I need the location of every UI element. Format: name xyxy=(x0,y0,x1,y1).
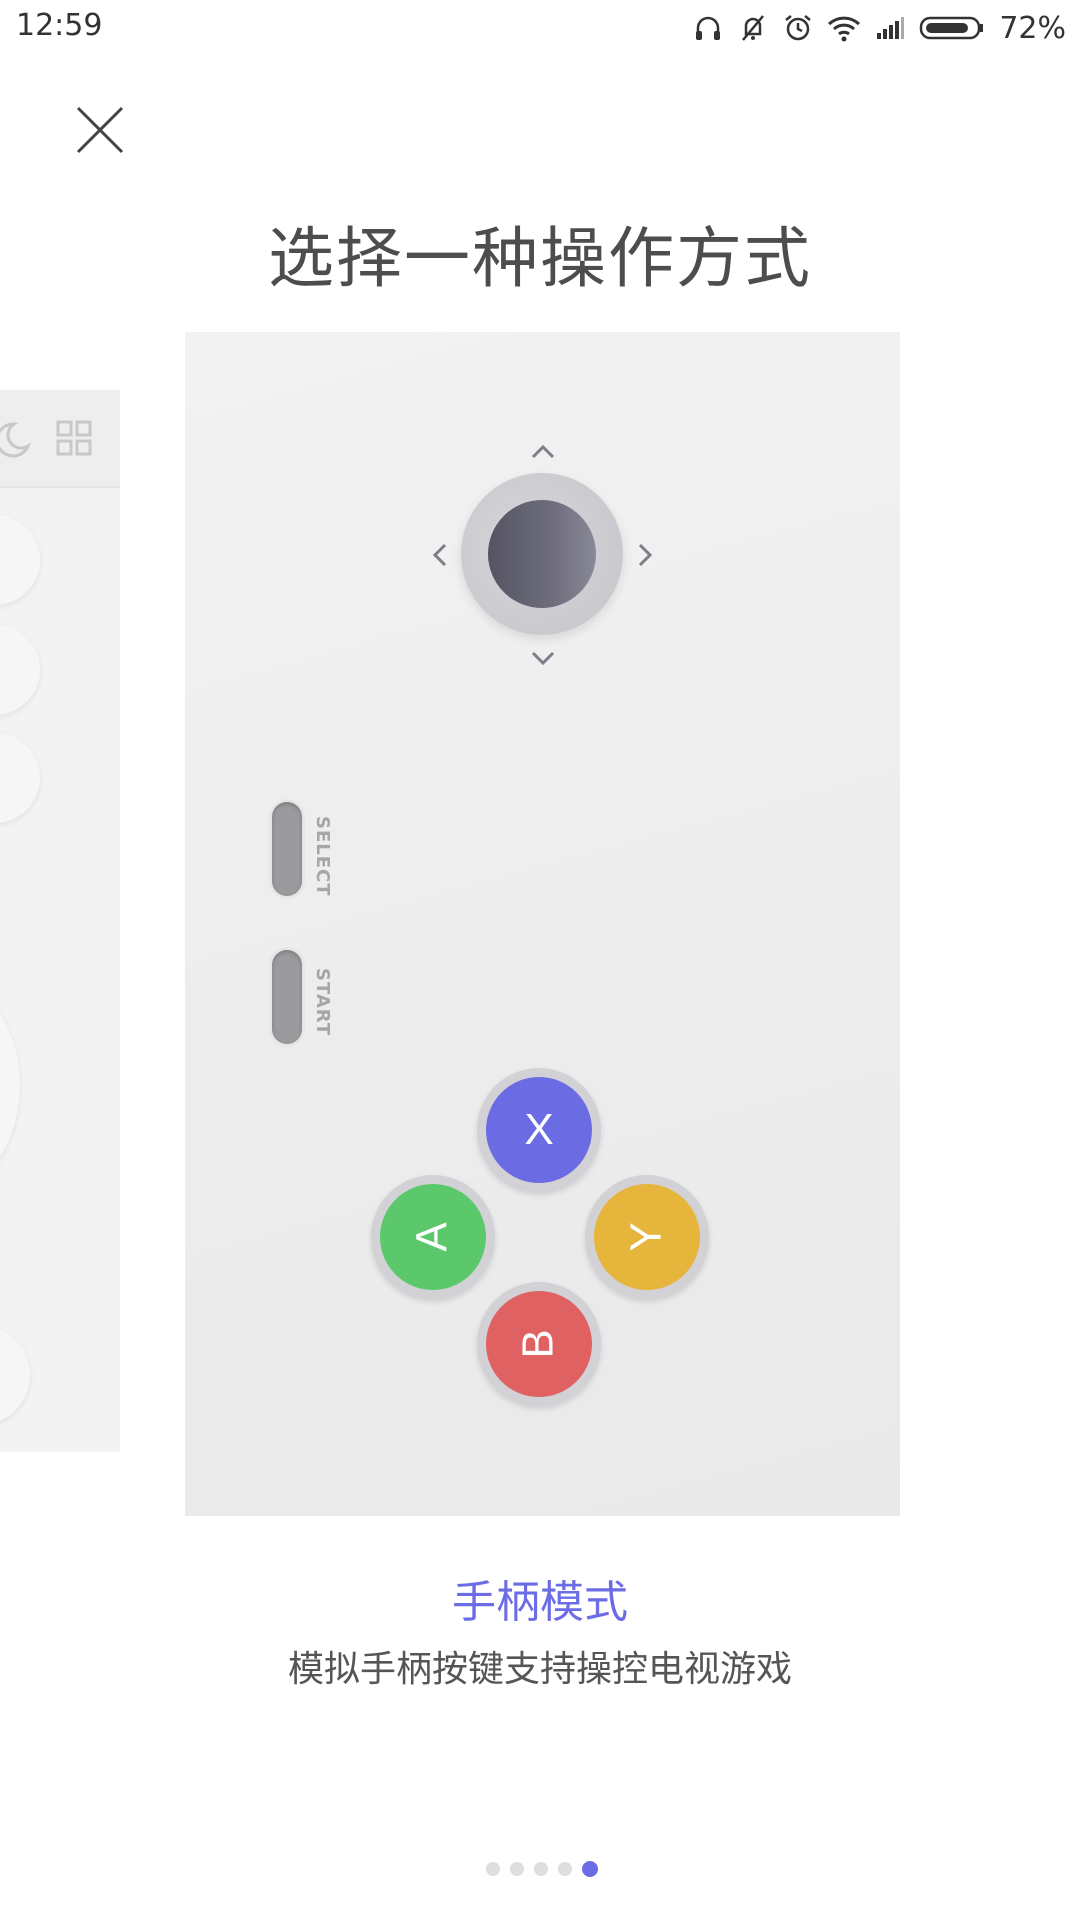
preview-button xyxy=(0,733,40,823)
preview-button xyxy=(0,625,40,715)
page-dot-active[interactable] xyxy=(582,1861,598,1877)
mode-title: 手柄模式 xyxy=(452,1577,628,1628)
signal-icon xyxy=(877,17,905,39)
moon-icon xyxy=(0,422,32,458)
mute-vibrate-icon xyxy=(742,15,765,41)
status-time: 12:59 xyxy=(16,8,103,43)
x-button: X xyxy=(477,1068,601,1192)
y-button: Y xyxy=(585,1175,709,1299)
headphones-icon xyxy=(696,16,721,40)
close-button[interactable] xyxy=(70,100,130,160)
joystick xyxy=(461,473,623,635)
page-indicator xyxy=(486,1861,598,1877)
right-arrow-icon xyxy=(638,543,653,567)
left-arrow-icon xyxy=(432,543,447,567)
select-label: SELECT xyxy=(312,816,333,897)
page-dot[interactable] xyxy=(510,1862,524,1876)
previous-mode-card[interactable] xyxy=(0,390,120,1452)
battery-icon xyxy=(920,16,984,40)
preview-button xyxy=(0,515,40,605)
status-bar: 12:59 72% xyxy=(0,0,1080,56)
b-button: B xyxy=(477,1282,601,1406)
preview-dial xyxy=(0,945,20,1225)
preview-button xyxy=(0,1325,30,1425)
up-arrow-icon xyxy=(531,444,555,459)
page-dot[interactable] xyxy=(558,1862,572,1876)
start-label: START xyxy=(312,968,333,1037)
gamepad-mode-card[interactable]: SELECT START X A Y B xyxy=(185,332,900,1516)
wifi-icon xyxy=(828,16,861,42)
status-icons: 72% xyxy=(693,10,1066,46)
y-button-label: Y xyxy=(621,1222,671,1252)
a-button: A xyxy=(371,1175,495,1299)
joystick-knob xyxy=(488,500,596,608)
preview-toolbar xyxy=(0,390,120,488)
down-arrow-icon xyxy=(531,651,555,666)
alarm-icon xyxy=(785,15,812,41)
start-button xyxy=(272,950,302,1044)
b-button-label: B xyxy=(513,1329,563,1359)
page-dot[interactable] xyxy=(534,1862,548,1876)
page-title: 选择一种操作方式 xyxy=(268,220,812,297)
battery-percent: 72% xyxy=(999,10,1066,46)
x-button-label: X xyxy=(524,1105,554,1154)
mode-description: 模拟手柄按键支持操控电视游戏 xyxy=(287,1649,792,1690)
a-button-label: A xyxy=(407,1222,457,1252)
grid-icon xyxy=(56,420,92,456)
page-dot[interactable] xyxy=(486,1862,500,1876)
select-button xyxy=(272,802,302,896)
